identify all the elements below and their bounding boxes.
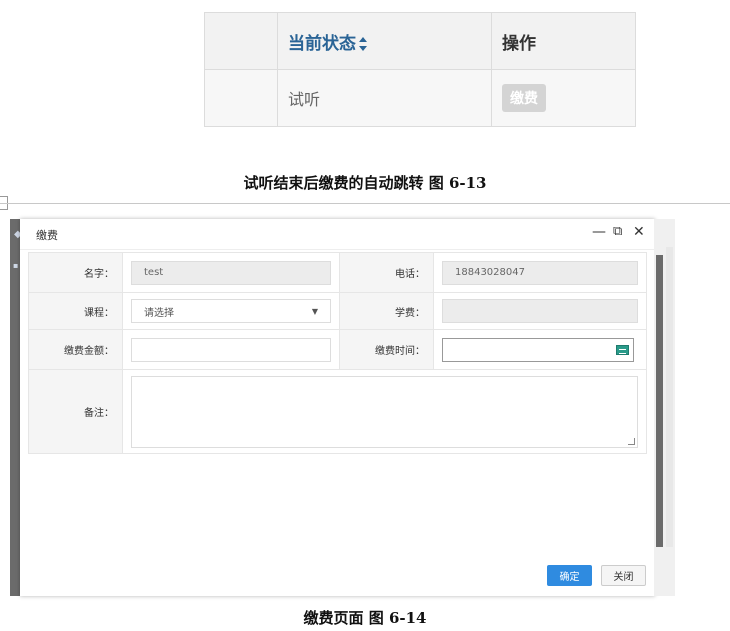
course-value: 请选择 <box>144 307 174 319</box>
confirm-button[interactable]: 确定 <box>547 565 592 586</box>
time-cell <box>433 329 647 370</box>
figure-caption-6-14: 缴费页面 图 6-14 <box>303 609 427 627</box>
close-button[interactable]: 关闭 <box>601 565 646 586</box>
phone-input[interactable]: 18843028047 <box>442 260 638 285</box>
calendar-icon[interactable] <box>616 344 629 355</box>
form-row: 名字： test 电话： 18843028047 <box>28 252 647 293</box>
time-input[interactable] <box>442 337 634 362</box>
figure-caption-6-13: 试听结束后缴费的自动跳转 图 6-13 <box>243 174 487 192</box>
close-icon[interactable]: ✕ <box>633 224 645 240</box>
table-header-row: 当前状态 操作 <box>204 12 636 70</box>
fee-cell <box>433 292 647 330</box>
edge-icon: ▪ <box>13 261 19 270</box>
course-select[interactable]: 请选择 ▼ <box>131 299 331 323</box>
fee-label: 学费： <box>339 292 434 330</box>
pay-button[interactable]: 缴费 <box>502 84 546 112</box>
form-row: 备注： <box>28 369 647 454</box>
payment-form: 名字： test 电话： 18843028047 课程： 请选择 ▼ 学费： 缴… <box>28 252 647 454</box>
status-header-label[interactable]: 当前状态 <box>288 34 356 54</box>
fee-input[interactable] <box>442 299 638 323</box>
name-cell: test <box>122 252 340 293</box>
header-cell-action: 操作 <box>491 12 636 70</box>
scrollbar[interactable] <box>654 219 675 596</box>
note-textarea[interactable] <box>131 375 638 448</box>
amount-label: 缴费金额： <box>28 329 123 370</box>
name-input[interactable]: test <box>131 260 331 285</box>
minimize-icon[interactable]: — <box>592 224 606 240</box>
amount-input[interactable] <box>131 337 331 362</box>
row-cell-action: 缴费 <box>491 69 636 127</box>
table-row: 试听 缴费 <box>204 69 636 127</box>
dialog-title: 缴费 <box>36 229 58 242</box>
row-cell-blank <box>204 69 278 127</box>
scrollbar-thumb[interactable] <box>656 255 663 547</box>
course-cell: 请选择 ▼ <box>122 292 340 330</box>
header-cell-blank <box>204 12 278 70</box>
course-label: 课程： <box>28 292 123 330</box>
action-header-label: 操作 <box>502 33 536 54</box>
time-label: 缴费时间： <box>339 329 434 370</box>
form-row: 缴费金额： 缴费时间： <box>28 329 647 370</box>
form-row: 课程： 请选择 ▼ 学费： <box>28 292 647 330</box>
name-value: test <box>144 267 164 278</box>
phone-value: 18843028047 <box>455 267 525 278</box>
note-label: 备注： <box>28 369 123 454</box>
status-table: 当前状态 操作 试听 缴费 <box>204 12 636 127</box>
scrollbar-track[interactable] <box>666 247 673 547</box>
page-divider <box>0 203 730 204</box>
amount-cell <box>122 329 340 370</box>
note-cell <box>122 369 647 454</box>
maximize-icon[interactable]: ⧉ <box>613 224 622 239</box>
phone-label: 电话： <box>339 252 434 293</box>
dialog-title-bar[interactable]: 缴费 — ⧉ ✕ <box>20 219 655 250</box>
status-value: 试听 <box>288 90 321 109</box>
header-cell-status[interactable]: 当前状态 <box>277 12 492 70</box>
payment-dialog: 缴费 — ⧉ ✕ 名字： test 电话： 18843028047 课程： 请选… <box>20 219 655 596</box>
row-cell-status: 试听 <box>277 69 492 127</box>
sort-icon[interactable] <box>359 36 368 51</box>
dropdown-arrow-icon[interactable]: ▼ <box>312 307 318 316</box>
resize-handle-icon[interactable] <box>628 437 635 445</box>
phone-cell: 18843028047 <box>433 252 647 293</box>
name-label: 名字： <box>28 252 123 293</box>
